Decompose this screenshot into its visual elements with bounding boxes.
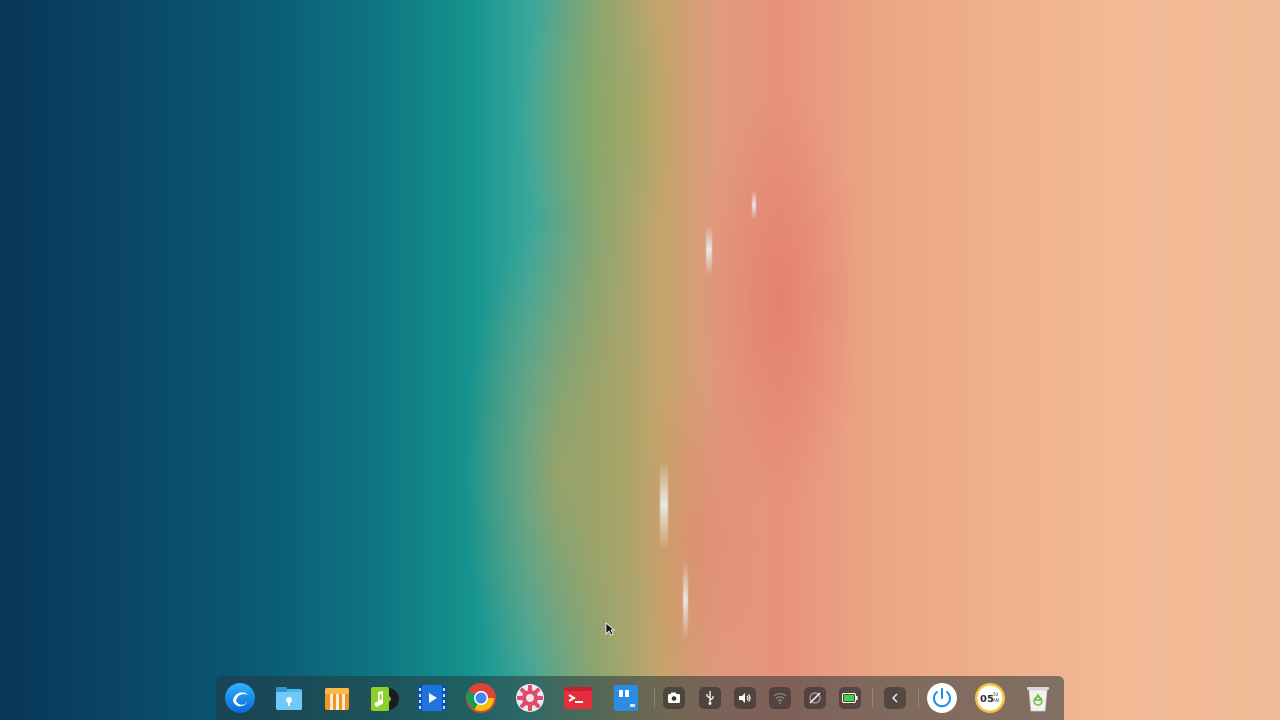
- text-editor-icon[interactable]: [608, 680, 644, 716]
- wave-foam: [752, 190, 756, 220]
- clock-ampm: AM: [993, 698, 1000, 703]
- trash-icon[interactable]: [1020, 680, 1056, 716]
- wifi-icon[interactable]: [769, 687, 791, 709]
- mouse-cursor-icon: [605, 622, 615, 636]
- wave-foam: [683, 560, 688, 640]
- chevron-left-icon[interactable]: [884, 687, 906, 709]
- battery-icon[interactable]: [839, 687, 861, 709]
- dock: 05 50 AM: [216, 676, 1064, 720]
- wave-foam: [706, 225, 712, 275]
- file-manager-icon[interactable]: [271, 680, 307, 716]
- dock-separator: [654, 688, 655, 708]
- settings-gear-icon[interactable]: [512, 680, 548, 716]
- dock-separator: [872, 688, 873, 708]
- app-store-icon[interactable]: [319, 680, 355, 716]
- music-icon[interactable]: [366, 680, 402, 716]
- clock-widget[interactable]: 05 50 AM: [972, 680, 1008, 716]
- clock-minutes: 50: [993, 692, 999, 697]
- wave-foam: [660, 460, 668, 550]
- terminal-icon[interactable]: [560, 680, 596, 716]
- desktop[interactable]: 05 50 AM: [0, 0, 1280, 720]
- network-disabled-icon[interactable]: [804, 687, 826, 709]
- usb-icon[interactable]: [699, 687, 721, 709]
- clock-hours: 05: [980, 694, 994, 705]
- deepin-launcher-icon[interactable]: [222, 680, 258, 716]
- volume-icon[interactable]: [734, 687, 756, 709]
- chrome-icon[interactable]: [463, 680, 499, 716]
- movie-icon[interactable]: [414, 680, 450, 716]
- dock-separator: [918, 688, 919, 708]
- camera-icon[interactable]: [663, 687, 685, 709]
- power-icon[interactable]: [924, 680, 960, 716]
